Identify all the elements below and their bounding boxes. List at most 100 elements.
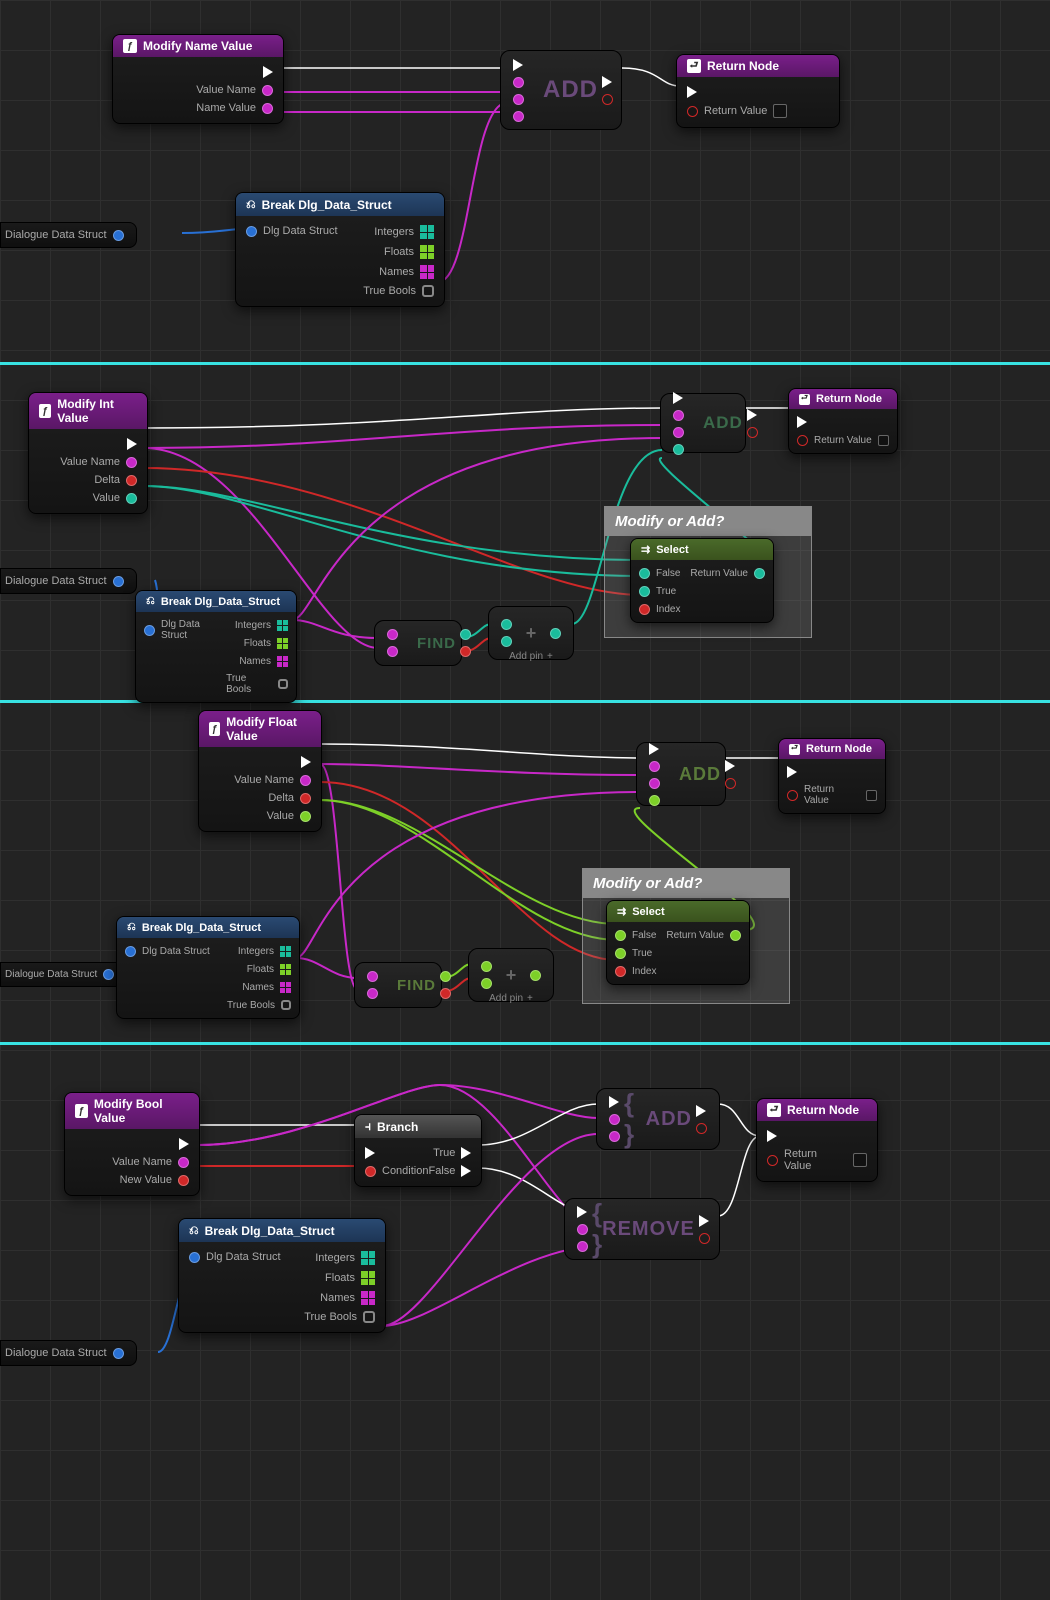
pin[interactable] [501, 619, 512, 630]
add-pin-label[interactable]: Add pin [489, 993, 523, 1004]
exec-in-pin[interactable] [797, 416, 807, 428]
map-pin[interactable] [420, 265, 434, 279]
pin[interactable] [639, 586, 650, 597]
exec-out-pin[interactable] [696, 1105, 706, 1117]
exec-out-pin[interactable] [699, 1215, 709, 1227]
pin[interactable] [609, 1114, 620, 1125]
node-return-1[interactable]: ⮐Return Node Return Value [676, 54, 840, 128]
pin[interactable] [615, 930, 626, 941]
set-pin[interactable] [363, 1311, 375, 1323]
pin[interactable] [639, 604, 650, 615]
checkbox[interactable] [773, 104, 787, 118]
exec-in-pin[interactable] [767, 1130, 777, 1142]
pin[interactable] [481, 978, 492, 989]
node-add-float[interactable]: + Add pin + [468, 948, 554, 1002]
pin[interactable] [144, 625, 155, 636]
pin[interactable] [550, 628, 561, 639]
pin[interactable] [513, 94, 524, 105]
pin[interactable] [649, 795, 660, 806]
node-branch[interactable]: ⫞Branch Condition True False [354, 1114, 482, 1187]
node-find-1[interactable]: FIND [374, 620, 462, 666]
pin[interactable] [367, 971, 378, 982]
pin[interactable] [797, 435, 808, 446]
pin[interactable] [577, 1241, 588, 1252]
pin[interactable] [365, 1166, 376, 1177]
pin[interactable] [103, 969, 114, 980]
pin[interactable] [615, 966, 626, 977]
set-pin[interactable] [278, 679, 288, 689]
pin[interactable] [125, 946, 136, 957]
map-pin[interactable] [280, 964, 291, 975]
pin[interactable] [615, 948, 626, 959]
pin[interactable] [367, 988, 378, 999]
pin[interactable] [460, 629, 471, 640]
exec-in-pin[interactable] [649, 743, 659, 755]
exec-in-pin[interactable] [365, 1147, 375, 1159]
pin-value-name[interactable] [262, 85, 273, 96]
node-break-struct-2[interactable]: ⎌Break Dlg_Data_Struct Dlg Data Struct I… [135, 590, 297, 703]
set-pin[interactable] [422, 285, 434, 297]
pin[interactable] [639, 568, 650, 579]
pin[interactable] [189, 1252, 200, 1263]
node-map-add-1[interactable]: ADD [500, 50, 622, 130]
set-pin[interactable] [281, 1000, 291, 1010]
exec-out-pin[interactable] [127, 438, 137, 450]
pin[interactable] [687, 106, 698, 117]
node-map-add-2[interactable]: ADD [660, 393, 746, 453]
pin[interactable] [126, 475, 137, 486]
graph-background[interactable] [0, 0, 1050, 1600]
map-pin[interactable] [361, 1271, 375, 1285]
exec-in-pin[interactable] [687, 86, 697, 98]
exec-out-pin[interactable] [263, 66, 273, 78]
pin[interactable] [609, 1131, 620, 1142]
pin[interactable] [787, 790, 798, 801]
exec-out-pin[interactable] [301, 756, 311, 768]
map-pin[interactable] [277, 620, 288, 631]
pin[interactable] [440, 971, 451, 982]
exec-in-pin[interactable] [673, 392, 683, 404]
node-modify-name-value[interactable]: ƒModify Name Value Value Name Name Value [112, 34, 284, 124]
pin[interactable] [387, 629, 398, 640]
pin[interactable] [481, 961, 492, 972]
input-dialogue-struct-3[interactable]: Dialogue Data Struct [0, 962, 127, 987]
node-modify-float-value[interactable]: ƒModify Float Value Value Name Delta Val… [198, 710, 322, 832]
pin[interactable] [113, 576, 124, 587]
pin[interactable] [178, 1157, 189, 1168]
exec-out-pin[interactable] [747, 409, 757, 421]
pin[interactable] [246, 226, 257, 237]
node-map-add-3[interactable]: ADD [636, 742, 726, 806]
map-pin[interactable] [420, 225, 434, 239]
exec-out-pin[interactable] [602, 76, 612, 88]
map-pin[interactable] [420, 245, 434, 259]
exec-in-pin[interactable] [513, 59, 523, 71]
pin[interactable] [501, 636, 512, 647]
pin[interactable] [673, 427, 684, 438]
exec-out-pin[interactable] [461, 1147, 471, 1159]
input-dialogue-struct-1[interactable]: Dialogue Data Struct [0, 222, 137, 248]
exec-out-pin[interactable] [725, 760, 735, 772]
map-pin[interactable] [277, 656, 288, 667]
pin[interactable] [113, 230, 124, 241]
exec-in-pin[interactable] [577, 1206, 587, 1218]
pin[interactable] [754, 568, 765, 579]
pin[interactable] [767, 1155, 778, 1166]
node-break-struct-3[interactable]: ⎌Break Dlg_Data_Struct Dlg Data Struct I… [116, 916, 300, 1019]
node-modify-bool-value[interactable]: ƒModify Bool Value Value Name New Value [64, 1092, 200, 1196]
pin[interactable] [513, 111, 524, 122]
pin[interactable] [178, 1175, 189, 1186]
map-pin[interactable] [277, 638, 288, 649]
pin[interactable] [126, 493, 137, 504]
pin[interactable] [440, 988, 451, 999]
node-add-int[interactable]: + Add pin + [488, 606, 574, 660]
map-pin[interactable] [280, 982, 291, 993]
checkbox[interactable] [853, 1153, 867, 1167]
input-dialogue-struct-4[interactable]: Dialogue Data Struct [0, 1340, 137, 1366]
exec-out-pin[interactable] [461, 1165, 471, 1177]
pin[interactable] [577, 1224, 588, 1235]
pin[interactable] [696, 1123, 707, 1134]
pin[interactable] [513, 77, 524, 88]
pin[interactable] [747, 427, 758, 438]
node-break-struct-4[interactable]: ⎌Break Dlg_Data_Struct Dlg Data Struct I… [178, 1218, 386, 1333]
pin-name-value[interactable] [262, 103, 273, 114]
pin[interactable] [460, 646, 471, 657]
